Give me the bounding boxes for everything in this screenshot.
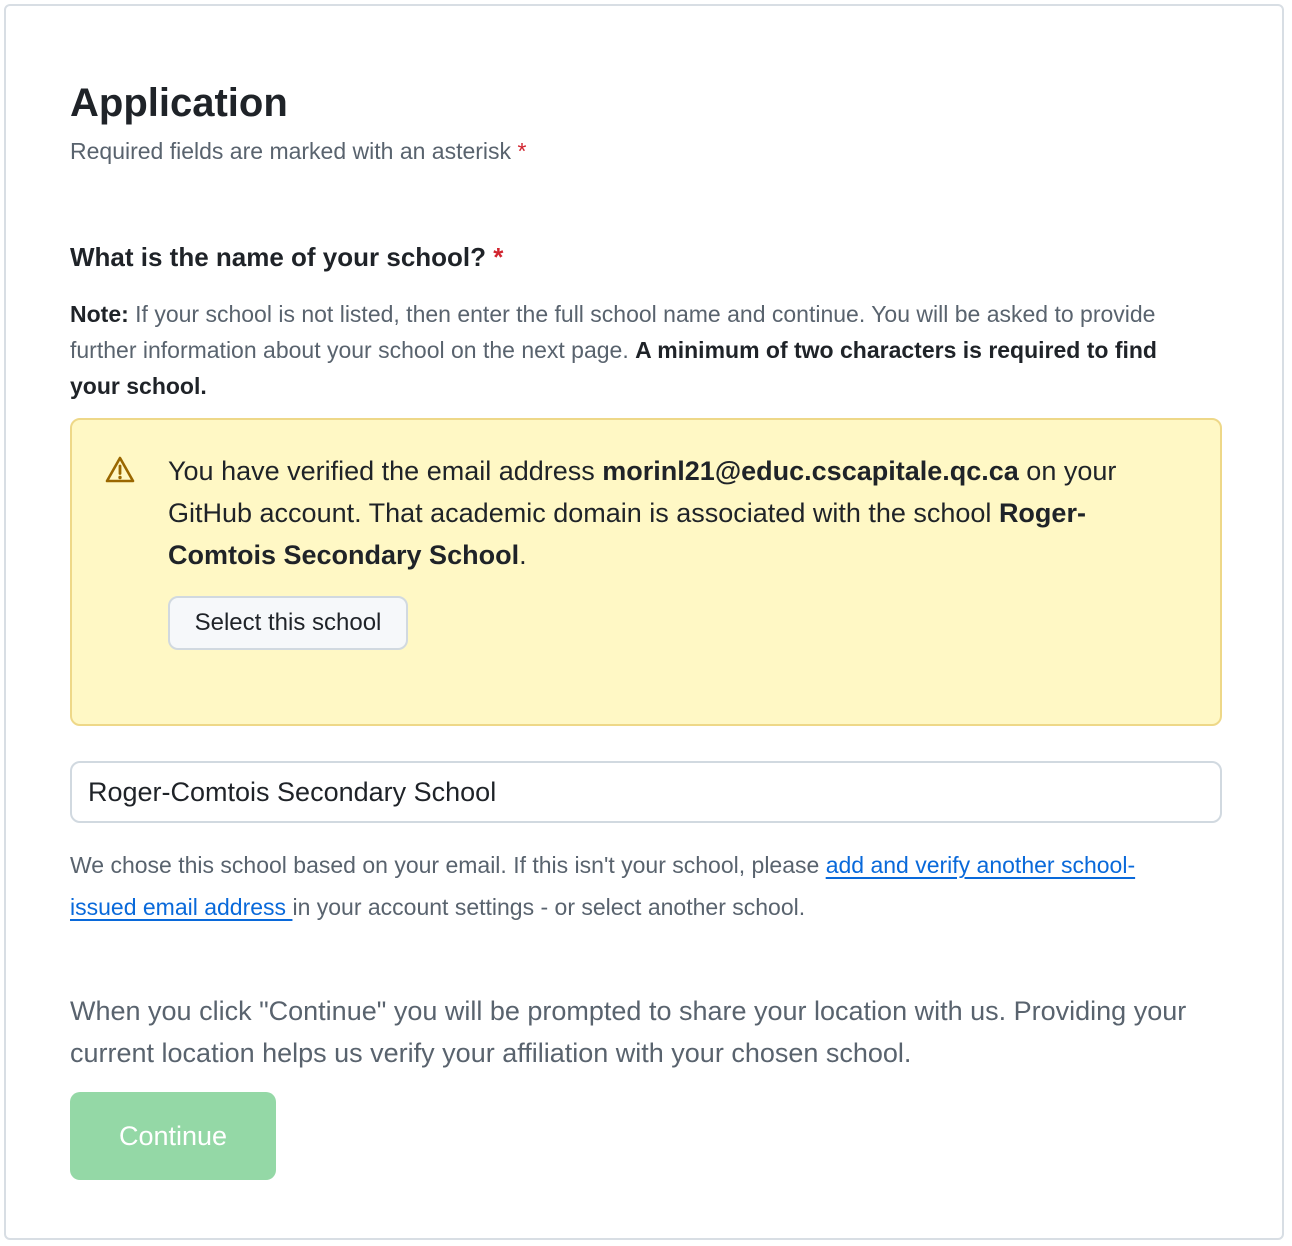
- hint-text-1: We chose this school based on your email…: [70, 852, 826, 878]
- flash-message: You have verified the email address mori…: [168, 450, 1188, 576]
- required-fields-note: Required fields are marked with an aster…: [70, 136, 526, 166]
- school-selection-hint: We chose this school based on your email…: [70, 844, 1190, 928]
- required-asterisk: *: [493, 242, 504, 272]
- location-notice: When you click "Continue" you will be pr…: [70, 996, 1187, 1068]
- select-this-school-button[interactable]: Select this school: [168, 596, 408, 650]
- hint-text-2: in your account settings - or select ano…: [292, 894, 806, 920]
- school-note: Note: If your school is not listed, then…: [70, 296, 1190, 404]
- note-label: Note:: [70, 301, 129, 327]
- verified-email: morinl21@educ.cscapitale.qc.ca: [602, 456, 1019, 486]
- required-asterisk: *: [517, 138, 527, 164]
- school-name-input[interactable]: [70, 761, 1222, 823]
- flash-text-1: You have verified the email address: [168, 456, 603, 486]
- alert-triangle-icon: [105, 456, 135, 483]
- school-question-label: What is the name of your school? *: [70, 240, 503, 274]
- school-question-text: What is the name of your school?: [70, 242, 487, 272]
- continue-button[interactable]: Continue: [70, 1092, 276, 1180]
- required-fields-text: Required fields are marked with an aster…: [70, 138, 512, 164]
- application-panel: Application Required fields are marked w…: [4, 4, 1284, 1240]
- flash-text-3: .: [519, 540, 527, 570]
- page-title: Application: [70, 81, 288, 125]
- verified-email-flash: You have verified the email address mori…: [70, 418, 1222, 726]
